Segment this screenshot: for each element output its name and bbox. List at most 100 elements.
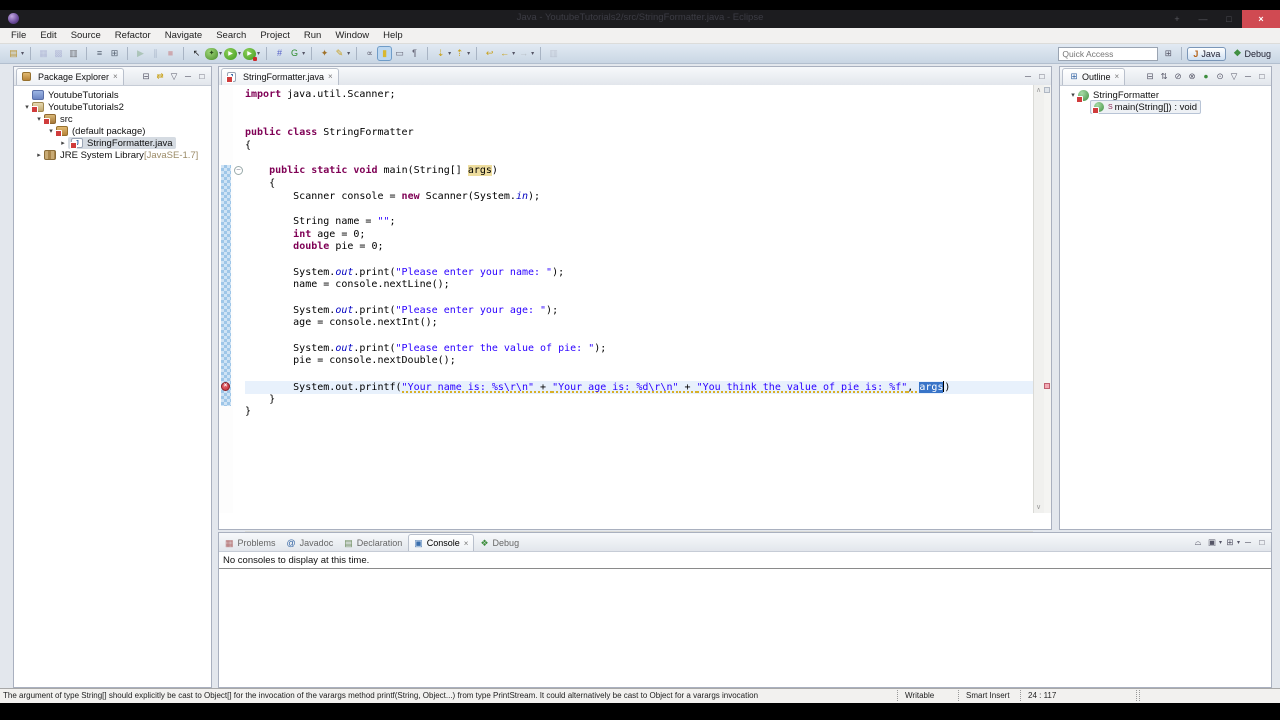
run-icon[interactable]: ▶ [224,47,238,60]
code-line-12[interactable]: int age = 0; [245,229,1033,242]
tree-item-src[interactable]: ▾ src [14,113,211,125]
overview-warning-marker[interactable] [1044,383,1050,390]
code-line-2[interactable] [245,102,1033,115]
coverage-icon[interactable]: G [288,47,301,60]
run-dropdown[interactable]: ▾ [238,50,241,57]
code-line-17[interactable] [245,292,1033,305]
selection-cursor-icon[interactable]: ↖ [190,47,203,60]
menu-search[interactable]: Search [209,30,253,41]
close-view-icon[interactable]: × [1115,72,1120,81]
open-task-icon[interactable]: ≡ [93,47,106,60]
hide-non-public-icon[interactable]: ● [1200,71,1212,81]
hide-local-types-icon[interactable]: ⊙ [1214,71,1226,82]
menu-edit[interactable]: Edit [33,30,63,41]
next-annotation-icon[interactable]: ⇣ [434,47,447,60]
back-history-dropdown[interactable]: ▾ [512,50,515,57]
tree-item--default-package-[interactable]: ▾ (default package) [14,125,211,137]
show-selected-element-icon[interactable]: ▭ [393,47,406,60]
build-all-icon[interactable]: ⊞ [108,47,121,60]
maximize-icon[interactable]: □ [1036,71,1048,81]
code-line-7[interactable]: public static void main(String[] args) [245,165,1033,178]
open-console-icon[interactable]: ⊞ [1224,537,1236,548]
close-view-icon[interactable]: × [113,72,118,81]
code-line-3[interactable] [245,114,1033,127]
code-line-14[interactable] [245,254,1033,267]
menu-run[interactable]: Run [297,30,328,41]
tab-debug[interactable]: ❖ Debug [475,535,524,551]
minimize-icon[interactable]: ─ [182,71,194,81]
tab-console[interactable]: ▣ Console × [408,534,475,551]
new-wizard-dropdown[interactable]: ▾ [21,50,24,57]
package-explorer-tab[interactable]: Package Explorer × [16,67,124,85]
code-line-5[interactable]: { [245,140,1033,153]
maximize-icon[interactable]: □ [196,71,208,81]
editor-fold-column[interactable]: − [233,85,245,513]
code-line-9[interactable]: Scanner console = new Scanner(System.in)… [245,191,1033,204]
menu-source[interactable]: Source [64,30,108,41]
menu-refactor[interactable]: Refactor [108,30,158,41]
code-area[interactable]: import java.util.Scanner; public class St… [245,85,1033,517]
menu-project[interactable]: Project [253,30,297,41]
code-line-19[interactable]: age = console.nextInt(); [245,317,1033,330]
code-line-10[interactable] [245,203,1033,216]
editor-left-ruler[interactable]: × [219,85,233,513]
code-line-22[interactable]: pie = console.nextDouble(); [245,355,1033,368]
debug-bug-icon[interactable]: ✦ [205,47,219,60]
perspective-debug-button[interactable]: ❖ Debug [1228,47,1276,60]
back-history-icon[interactable]: ← [498,47,511,60]
new-java-element-icon[interactable]: ✦ [318,47,331,60]
print-icon[interactable]: ▥ [67,47,80,60]
code-line-16[interactable]: name = console.nextLine(); [245,279,1033,292]
last-edit-location-icon[interactable]: ↩ [483,47,496,60]
menu-file[interactable]: File [4,30,33,41]
code-line-24[interactable]: System.out.printf("Your name is: %s\r\n"… [245,380,1033,394]
mark-occurrences-icon[interactable]: ▮ [377,46,393,61]
minimize-icon[interactable]: ─ [1242,537,1254,547]
quick-access-input[interactable] [1058,46,1159,61]
code-line-1[interactable]: import java.util.Scanner; [245,89,1033,102]
minimize-icon[interactable]: ─ [1242,71,1254,81]
overview-ruler[interactable] [1044,85,1051,513]
tab-problems[interactable]: ▦ Problems [220,535,281,551]
show-whitespace-icon[interactable]: ¶ [408,47,421,60]
link-with-editor-icon[interactable]: ⇄ [154,71,166,82]
coverage-dropdown[interactable]: ▾ [302,50,305,57]
editor-tab-close-icon[interactable]: × [328,72,333,81]
menu-navigate[interactable]: Navigate [158,30,210,41]
window-extra-button[interactable]: + [1164,10,1190,28]
expander-icon[interactable]: ▸ [58,139,68,147]
code-line-8[interactable]: { [245,178,1033,191]
minimize-button[interactable]: — [1190,10,1216,28]
hide-static-members-icon[interactable]: ⊗ [1186,71,1198,82]
tab-declaration[interactable]: ▤ Declaration [339,535,407,551]
sort-icon[interactable]: ⇅ [1158,71,1170,82]
view-menu-icon[interactable]: ▽ [1228,71,1240,82]
run-external-icon[interactable]: ▶ [243,47,258,61]
maximize-icon[interactable]: □ [1256,71,1268,81]
collapse-all-icon[interactable]: ⊟ [1144,71,1156,82]
display-selected-console-dropdown[interactable]: ▾ [1219,539,1222,546]
tree-item-stringformatter-java[interactable]: ▸ J StringFormatter.java [14,137,211,149]
menu-help[interactable]: Help [376,30,410,41]
perspective-java-button[interactable]: J Java [1187,46,1227,61]
minimize-icon[interactable]: ─ [1022,71,1034,81]
java-search-icon[interactable]: ✎ [333,47,346,60]
code-line-25[interactable]: } [245,394,1033,407]
code-line-6[interactable] [245,152,1033,165]
tab-close-icon[interactable]: × [464,539,469,548]
editor-tab-stringformatter[interactable]: J StringFormatter.java × [221,67,339,85]
code-line-4[interactable]: public class StringFormatter [245,127,1033,140]
tree-item-youtubetutorials2[interactable]: ▾ YoutubeTutorials2 [14,101,211,113]
next-annotation-dropdown[interactable]: ▾ [448,50,451,57]
collapse-all-icon[interactable]: ⊟ [140,71,152,82]
open-perspective-icon[interactable]: ⊞ [1162,48,1174,59]
previous-annotation-dropdown[interactable]: ▾ [467,50,470,57]
vertical-scrollbar[interactable]: ∧ ∨ [1033,85,1044,513]
expander-icon[interactable]: ▸ [34,151,44,159]
forward-history-dropdown[interactable]: ▾ [531,50,534,57]
tree-item-youtubetutorials[interactable]: YoutubeTutorials [14,89,211,101]
new-wizard-icon[interactable]: ▤ [7,47,20,60]
pin-console-icon[interactable]: ⌓ [1192,537,1204,548]
tab-javadoc[interactable]: @ Javadoc [282,535,339,551]
code-line-18[interactable]: System.out.print("Please enter your age:… [245,305,1033,318]
